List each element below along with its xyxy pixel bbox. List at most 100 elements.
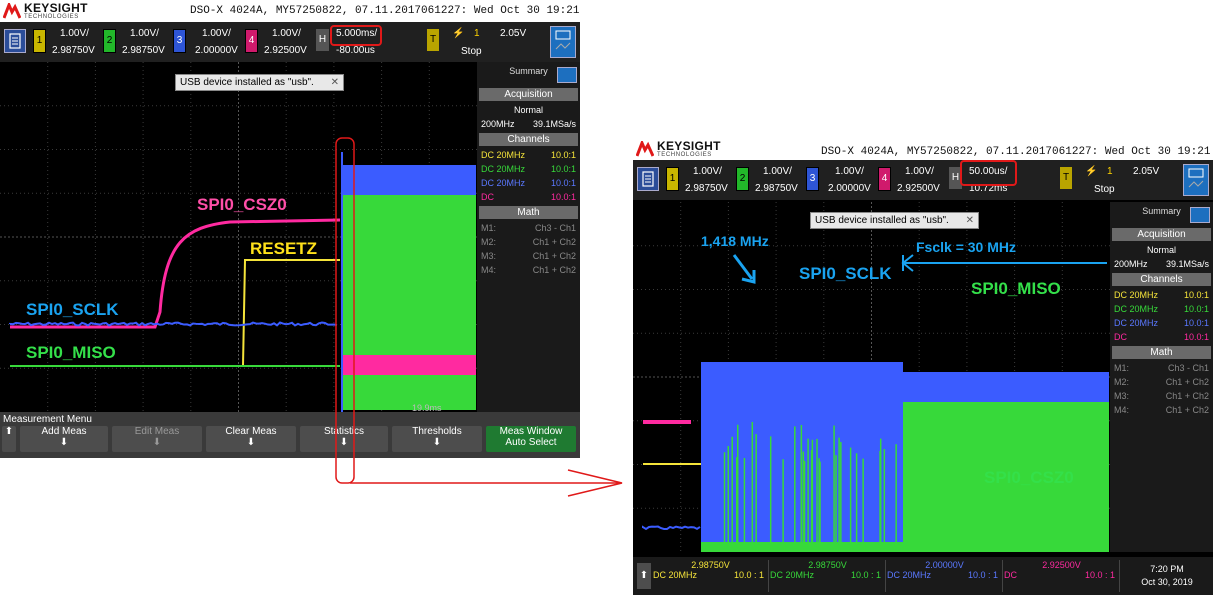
label-spi0-sclk: SPI0_SCLK [26, 300, 119, 319]
bottom-ch2[interactable]: 2.98750V DC 20MHz 10.0 : 1 [770, 560, 886, 592]
trigger-button[interactable]: T [427, 29, 439, 51]
down-arrow-icon: ⬇ [432, 437, 442, 448]
main-menu-button[interactable] [637, 167, 659, 191]
trigger-edge-icon: ⚡ [452, 28, 465, 39]
fsclk-arrow-icon [901, 254, 1107, 272]
ch2-probe: 10.0:1 [1183, 304, 1209, 314]
ch2-scale: 1.00V/ [130, 28, 159, 39]
ch2-button[interactable]: 2 [736, 167, 749, 191]
right-bottom-bar: ⬆ 2.98750V DC 20MHz 10.0 : 1 2.98750V DC … [633, 557, 1213, 595]
left-scope-screenshot: KEYSIGHT TECHNOLOGIES DSO-X 4024A, MY572… [0, 0, 580, 458]
right-scope-title: DSO-X 4024A, MY57250822, 07.11.201706122… [821, 146, 1213, 158]
back-arrow-icon: ⬆ [639, 570, 649, 581]
ch3-scale: 1.00V/ [202, 28, 231, 39]
horizontal-button[interactable]: H [316, 29, 329, 51]
bottom-ch2-offset: 2.98750V [808, 560, 847, 570]
ch4-button[interactable]: 4 [245, 29, 258, 53]
label-spi0-csz0: SPI0_CSZ0 [984, 468, 1074, 487]
trigger-button[interactable]: T [1060, 167, 1072, 189]
measurement-menu-title: Measurement Menu [3, 414, 92, 425]
ch3-trace [642, 525, 701, 531]
sample-rate-value: 39.1MSa/s [1165, 259, 1209, 269]
clock-date: Oct 30, 2019 [1141, 577, 1193, 587]
bottom-ch1-offset: 2.98750V [691, 560, 730, 570]
ch3-trace [9, 321, 338, 327]
label-resetz: RESETZ [250, 239, 318, 258]
ch4-button[interactable]: 4 [878, 167, 891, 191]
add-meas-button[interactable]: Add Meas ⬇ [20, 426, 108, 452]
m2-label: M2: [481, 237, 497, 247]
down-arrow-icon: ⬇ [152, 437, 162, 448]
bottom-ch4-probe: 10.0 : 1 [1084, 570, 1115, 580]
ch4-coupling: DC [1114, 332, 1127, 342]
run-state: Stop [461, 46, 482, 57]
ch1-coupling: DC 20MHz [481, 150, 526, 160]
timebase-highlight [330, 25, 382, 46]
back-button[interactable]: ⬆ [637, 563, 651, 589]
ch4-probe: 10.0:1 [550, 192, 576, 202]
label-spi0-miso: SPI0_MISO [26, 343, 116, 362]
statistics-button[interactable]: Statistics ⬇ [300, 426, 388, 452]
label-frequency-1418: 1,418 MHz [701, 233, 769, 249]
math-row-2: M2: Ch1 + Ch2 [1110, 375, 1213, 389]
right-usb-toast: USB device installed as "usb". ✕ [810, 212, 980, 229]
ch3-button[interactable]: 3 [173, 29, 186, 53]
trigger-edge-icon: ⚡ [1085, 166, 1098, 177]
ch2-scale: 1.00V/ [763, 166, 792, 177]
zoom-button[interactable] [550, 26, 576, 58]
ch2-row: DC 20MHz 10.0:1 [477, 162, 580, 176]
math-row-4: M4: Ch1 + Ch2 [1110, 403, 1213, 417]
ch1-button[interactable]: 1 [666, 167, 679, 191]
math-row-1: M1: Ch3 - Ch1 [1110, 361, 1213, 375]
math-header: Math [1112, 346, 1211, 359]
ch3-button[interactable]: 3 [806, 167, 819, 191]
close-icon[interactable]: ✕ [966, 215, 974, 226]
toast-text: USB device installed as "usb". [815, 215, 949, 226]
m2-value: Ch1 + Ch2 [532, 237, 576, 247]
clock: 7:20 PM Oct 30, 2019 [1125, 563, 1209, 589]
bottom-ch4[interactable]: 2.92500V DC 10.0 : 1 [1004, 560, 1120, 592]
zoom-icon [1188, 168, 1204, 188]
keysight-logo-icon [3, 3, 21, 19]
sidebar-menu-button[interactable] [557, 67, 577, 83]
acq-mode: Normal [477, 103, 580, 117]
summary-label: Summary [509, 66, 548, 76]
sidebar-menu-button[interactable] [1190, 207, 1210, 223]
brand-subtitle: TECHNOLOGIES [24, 14, 79, 20]
ch3-coupling: DC 20MHz [481, 178, 526, 188]
close-icon[interactable]: ✕ [331, 77, 339, 88]
m4-label: M4: [1114, 405, 1130, 415]
ch3-probe: 10.0:1 [1183, 318, 1209, 328]
m3-value: Ch1 + Ch2 [1165, 391, 1209, 401]
ch2-offset: 2.98750V [122, 45, 165, 56]
m4-value: Ch1 + Ch2 [1165, 405, 1209, 415]
right-header: KEYSIGHT TECHNOLOGIES DSO-X 4024A, MY572… [633, 136, 1213, 160]
ch1-offset: 2.98750V [685, 183, 728, 194]
main-menu-button[interactable] [4, 29, 26, 53]
clear-meas-button[interactable]: Clear Meas ⬇ [206, 426, 296, 452]
ch2-coupling: DC 20MHz [481, 164, 526, 174]
zoom-button[interactable] [1183, 164, 1209, 196]
m4-label: M4: [481, 265, 497, 275]
edit-meas-button[interactable]: Edit Meas ⬇ [112, 426, 202, 452]
math-row-4: M4: Ch1 + Ch2 [477, 263, 580, 277]
right-scope-screenshot: KEYSIGHT TECHNOLOGIES DSO-X 4024A, MY572… [633, 136, 1213, 595]
bottom-ch1[interactable]: 2.98750V DC 20MHz 10.0 : 1 [653, 560, 769, 592]
channels-header: Channels [1112, 273, 1211, 286]
zoom-icon [555, 30, 571, 50]
ch2-button[interactable]: 2 [103, 29, 116, 53]
meas-window-button[interactable]: Meas Window Auto Select [486, 426, 576, 452]
ch4-offset: 2.92500V [264, 45, 307, 56]
back-button[interactable]: ⬆ [2, 426, 16, 452]
bottom-ch3[interactable]: 2.00000V DC 20MHz 10.0 : 1 [887, 560, 1003, 592]
thresholds-button[interactable]: Thresholds ⬇ [392, 426, 482, 452]
clock-time: 7:20 PM [1150, 564, 1184, 574]
math-row-1: M1: Ch3 - Ch1 [477, 221, 580, 235]
ch1-button[interactable]: 1 [33, 29, 46, 53]
ch2-probe: 10.0:1 [550, 164, 576, 174]
thresholds-label: Thresholds [412, 426, 462, 437]
keysight-logo-icon [636, 141, 654, 157]
brand-name: KEYSIGHT [24, 1, 88, 15]
menu-icon [642, 171, 654, 187]
add-meas-label: Add Meas [41, 426, 87, 437]
